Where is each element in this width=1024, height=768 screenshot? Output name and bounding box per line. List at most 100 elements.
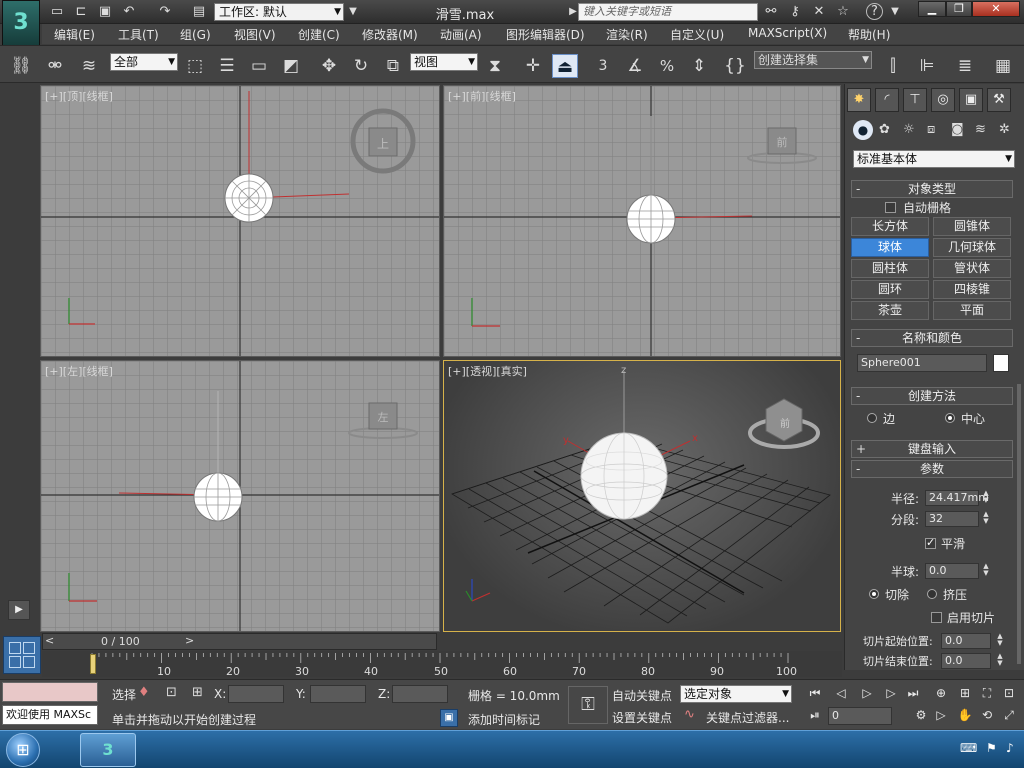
object-name-input[interactable]: Sphere001 <box>857 354 987 372</box>
redo-icon[interactable]: ↷ <box>156 3 174 21</box>
rectangle-selection-icon[interactable]: ▭ <box>246 54 272 78</box>
help-icon[interactable]: ? <box>866 3 883 20</box>
viewport-top-label[interactable]: [+][顶][线框] <box>45 88 113 104</box>
edge-radio[interactable] <box>867 413 877 423</box>
cross-tools-icon[interactable]: ✕ <box>810 3 828 21</box>
graphite-tools-icon[interactable]: ▦ <box>990 54 1016 78</box>
torus-button[interactable]: 圆环 <box>851 280 929 299</box>
add-time-tag[interactable]: 添加时间标记 <box>468 711 540 728</box>
edit-named-selection-icon[interactable]: {} <box>722 54 748 78</box>
keyboard-shortcut-override-icon[interactable]: ⏏ <box>552 54 578 78</box>
key-target-combo[interactable]: 选定对象 ▼ <box>680 685 792 703</box>
box-button[interactable]: 长方体 <box>851 217 929 236</box>
viewport-left-label[interactable]: [+][左][线框] <box>45 363 113 379</box>
creation-method-rollout[interactable]: - 创建方法 <box>851 387 1013 405</box>
absolute-mode-icon[interactable]: ⊞ <box>192 685 203 700</box>
create-tab-icon[interactable]: ✸ <box>847 88 871 112</box>
smooth-checkbox[interactable] <box>925 536 936 549</box>
zoom-all-icon[interactable]: ⊞ <box>954 684 976 702</box>
viewport-front-label[interactable]: [+][前][线框] <box>448 88 516 104</box>
project-folder-icon[interactable]: ▤ <box>190 3 208 21</box>
undo-icon[interactable]: ↶ <box>120 3 138 21</box>
layer-manager-icon[interactable]: ≣ <box>952 54 978 78</box>
snap-toggle-icon[interactable]: 3 <box>590 54 616 78</box>
time-slider-prev-icon[interactable]: < <box>45 634 54 647</box>
center-radio[interactable] <box>945 413 955 423</box>
window-crossing-icon[interactable]: ◩ <box>278 54 304 78</box>
set-key-button[interactable]: 设置关键点 <box>612 709 672 726</box>
menu-graph-editors[interactable]: 图形编辑器(D) <box>506 26 585 43</box>
flag-tray-icon[interactable]: ⚑ <box>986 741 997 755</box>
open-file-icon[interactable]: ⊏ <box>72 3 90 21</box>
chevron-down-icon[interactable]: ▼ <box>886 3 904 21</box>
sphere-top[interactable] <box>224 173 274 223</box>
next-frame-icon[interactable]: ▷ <box>880 684 902 702</box>
close-icon[interactable]: ✕ <box>972 1 1020 17</box>
taskbar-3dsmax-icon[interactable]: 3 <box>80 733 136 767</box>
key-icon[interactable]: ⚷ <box>786 3 804 21</box>
shapes-category-icon[interactable]: ✿ <box>879 122 890 137</box>
radius-spinner-icon[interactable]: ▲ ▼ <box>981 490 991 506</box>
time-config-icon[interactable]: ⚙ <box>910 706 932 724</box>
zoom-icon[interactable]: ⊕ <box>930 684 952 702</box>
teapot-button[interactable]: 茶壶 <box>851 301 929 320</box>
previous-frame-icon[interactable]: ◁ <box>830 684 852 702</box>
zoom-extents-all-icon[interactable]: ⊡ <box>998 684 1020 702</box>
app-logo[interactable]: 3 <box>2 0 40 46</box>
slice-from-input[interactable]: 0.0 <box>941 633 991 649</box>
play-arrow-icon[interactable]: ▶ <box>8 600 30 620</box>
hemisphere-input[interactable]: 0.0 <box>925 563 979 579</box>
maxscript-listener-pink[interactable] <box>2 682 98 702</box>
cameras-category-icon[interactable]: ⧈ <box>927 122 935 137</box>
viewport-front[interactable]: [+][前][线框] 前 <box>443 85 841 357</box>
geosphere-button[interactable]: 几何球体 <box>933 238 1011 257</box>
slice-from-spinner-icon[interactable]: ▲ ▼ <box>995 633 1005 649</box>
workspace-combo[interactable]: 工作区: 默认 ▼ <box>214 3 344 21</box>
modify-tab-icon[interactable]: ◜ <box>875 88 899 112</box>
segments-input[interactable]: 32 <box>925 511 979 527</box>
lights-category-icon[interactable]: ☼ <box>903 122 915 137</box>
menu-tools[interactable]: 工具(T) <box>118 26 159 43</box>
current-frame-input[interactable]: 0 <box>828 707 892 725</box>
binoculars-icon[interactable]: ⚯ <box>762 3 780 21</box>
time-tag-icon[interactable]: ▣ <box>440 709 458 727</box>
isolate-icon[interactable]: ♦ <box>138 685 150 700</box>
unlink-icon[interactable]: ⚮ <box>42 54 68 78</box>
cone-button[interactable]: 圆锥体 <box>933 217 1011 236</box>
chop-radio[interactable] <box>869 589 879 599</box>
hierarchy-tab-icon[interactable]: ⊤ <box>903 88 927 112</box>
segments-spinner-icon[interactable]: ▲ ▼ <box>981 511 991 527</box>
panel-scrollbar[interactable] <box>1017 384 1021 664</box>
sphere-left[interactable] <box>193 472 243 522</box>
auto-key-button[interactable]: 自动关键点 <box>612 687 672 704</box>
radius-input[interactable]: 24.417mm <box>925 490 989 506</box>
tube-button[interactable]: 管状体 <box>933 259 1011 278</box>
bind-space-warp-icon[interactable]: ≋ <box>76 54 102 78</box>
select-by-name-icon[interactable]: ☰ <box>214 54 240 78</box>
y-coord-input[interactable] <box>310 685 366 703</box>
menu-animation[interactable]: 动画(A) <box>440 26 482 43</box>
motion-tab-icon[interactable]: ◎ <box>931 88 955 112</box>
plane-button[interactable]: 平面 <box>933 301 1011 320</box>
menu-customize[interactable]: 自定义(U) <box>670 26 724 43</box>
slice-on-checkbox[interactable] <box>931 612 942 623</box>
key-mode-toggle-icon[interactable]: ⏯ <box>804 706 826 724</box>
keyboard-tray-icon[interactable]: ⌨ <box>960 741 977 755</box>
timeline-track[interactable]: 10 20 30 40 50 60 70 80 90 100 <box>42 651 842 678</box>
field-of-view-icon[interactable]: ▷ <box>930 706 952 724</box>
viewport-left[interactable]: [+][左][线框] 左 <box>40 360 440 632</box>
minimize-icon[interactable]: ▁ <box>918 1 946 17</box>
menu-help[interactable]: 帮助(H) <box>848 26 890 43</box>
slice-to-input[interactable]: 0.0 <box>941 653 991 669</box>
save-file-icon[interactable]: ▣ <box>96 3 114 21</box>
percent-snap-icon[interactable]: % <box>654 54 680 78</box>
primitive-category-combo[interactable]: 标准基本体 ▼ <box>853 150 1015 168</box>
cylinder-button[interactable]: 圆柱体 <box>851 259 929 278</box>
menu-views[interactable]: 视图(V) <box>234 26 276 43</box>
sphere-perspective[interactable] <box>580 432 668 520</box>
select-object-icon[interactable]: ⬚ <box>182 54 208 78</box>
slice-to-spinner-icon[interactable]: ▲ ▼ <box>995 653 1005 669</box>
keyboard-entry-rollout[interactable]: + 键盘输入 <box>851 440 1013 458</box>
helpers-category-icon[interactable]: ◙ <box>951 122 964 137</box>
mirror-icon[interactable]: ⫿ <box>880 54 906 78</box>
